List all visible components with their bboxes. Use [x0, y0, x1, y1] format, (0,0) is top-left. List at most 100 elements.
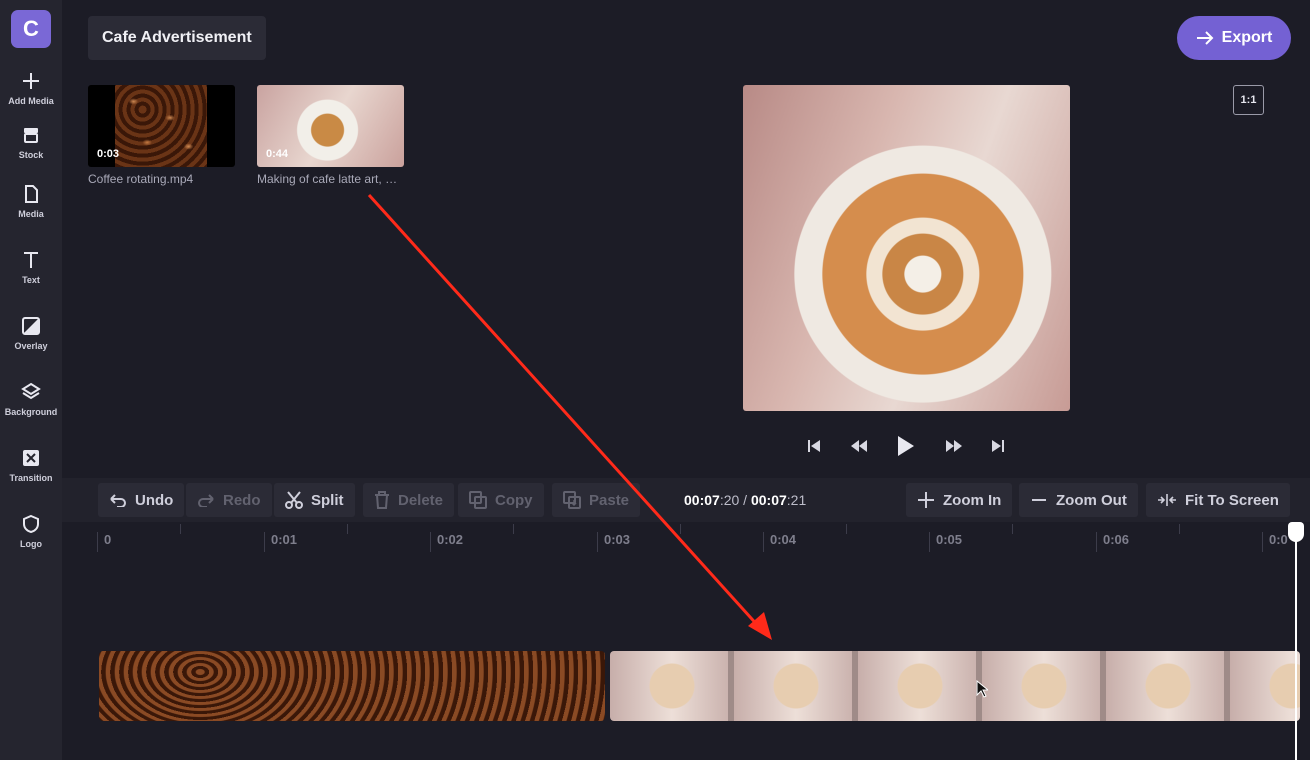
plus-icon	[918, 492, 934, 508]
media-item[interactable]: 0:03 Coffee rotating.mp4	[88, 85, 235, 186]
ruler-tick	[846, 524, 847, 534]
ruler-tick	[180, 524, 181, 534]
fit-arrows-icon	[1158, 494, 1176, 506]
media-item[interactable]: 0:44 Making of cafe latte art, …	[257, 85, 404, 186]
fit-to-screen-button[interactable]: Fit To Screen	[1146, 483, 1290, 517]
media-thumbnail[interactable]: 0:44	[257, 85, 404, 167]
timecode: 00:07:20 / 00:07:21	[684, 492, 806, 508]
sidebar: C Add Media Stock Media Text Overlay Bac…	[0, 0, 62, 760]
current-time: 00:07	[684, 492, 720, 508]
sidebar-item-media[interactable]: Media	[0, 168, 62, 234]
player-controls	[808, 432, 1004, 460]
sidebar-item-label: Overlay	[14, 340, 48, 351]
split-button[interactable]: Split	[274, 483, 355, 517]
minus-icon	[1032, 499, 1046, 501]
undo-button[interactable]: Undo	[98, 483, 185, 517]
split-label: Split	[311, 491, 344, 509]
zoom-in-label: Zoom In	[943, 491, 1002, 509]
ruler-label: 0:0	[1262, 532, 1288, 552]
rewind-icon[interactable]	[850, 439, 868, 453]
sidebar-item-add-media[interactable]: Add Media	[0, 60, 62, 116]
plus-icon	[23, 72, 39, 89]
copy-label: Copy	[495, 491, 533, 509]
timeline-ruler[interactable]: 0 0:01 0:02 0:03 0:04 0:05 0:06 0:0	[62, 522, 1310, 552]
current-time-frames: :20	[719, 492, 740, 508]
undo-label: Undo	[135, 491, 174, 509]
total-time-frames: :21	[786, 492, 807, 508]
timeline-clip-latte-art[interactable]	[610, 651, 1300, 721]
ruler-label: 0:04	[763, 532, 796, 552]
overlay-icon	[22, 316, 40, 335]
redo-button[interactable]: Redo	[186, 483, 272, 517]
video-preview[interactable]	[743, 85, 1070, 411]
ruler-tick	[1179, 524, 1180, 534]
playhead-line[interactable]	[1295, 530, 1297, 760]
scissors-icon	[285, 491, 303, 509]
copy-button[interactable]: Copy	[458, 483, 544, 517]
ruler-tick	[680, 524, 681, 534]
export-button[interactable]: Export	[1177, 16, 1291, 60]
transition-icon	[23, 449, 39, 466]
delete-button[interactable]: Delete	[363, 483, 455, 517]
ruler-label: 0	[97, 532, 111, 552]
ruler-tick	[513, 524, 514, 534]
store-icon	[24, 127, 38, 143]
ruler-label: 0:03	[597, 532, 630, 552]
ruler-label: 0:02	[430, 532, 463, 552]
sidebar-item-label: Logo	[20, 538, 42, 549]
media-duration: 0:03	[97, 148, 120, 160]
timeline-clip-coffee-rotating[interactable]	[99, 651, 605, 721]
sidebar-item-logo[interactable]: Logo	[0, 498, 62, 564]
playhead-handle[interactable]	[1288, 522, 1304, 542]
sidebar-item-overlay[interactable]: Overlay	[0, 300, 62, 366]
trash-icon	[375, 491, 389, 509]
mouse-cursor-icon	[976, 680, 988, 698]
paste-button[interactable]: Paste	[552, 483, 641, 517]
fast-forward-icon[interactable]	[945, 439, 963, 453]
sidebar-item-background[interactable]: Background	[0, 366, 62, 432]
ruler-label: 0:06	[1096, 532, 1129, 552]
ruler-tick	[1012, 524, 1013, 534]
timeline-toolbar: Undo Redo Split Delete Copy Paste 00:07:…	[62, 478, 1310, 522]
export-label: Export	[1221, 29, 1273, 46]
paste-icon	[563, 491, 581, 509]
redo-icon	[198, 494, 214, 507]
sidebar-item-label: Media	[18, 208, 44, 219]
layers-icon	[21, 382, 41, 399]
media-thumbnail[interactable]: 0:03	[88, 85, 235, 167]
time-separator: /	[739, 492, 751, 508]
media-name: Coffee rotating.mp4	[88, 172, 194, 186]
undo-icon	[110, 494, 126, 507]
play-icon[interactable]	[897, 435, 915, 457]
sidebar-item-label: Stock	[18, 149, 44, 160]
shield-icon	[23, 514, 39, 533]
redo-label: Redo	[223, 491, 261, 509]
total-time: 00:07	[750, 492, 787, 508]
delete-label: Delete	[398, 491, 444, 509]
sidebar-item-label: Background	[4, 406, 58, 417]
media-duration: 0:44	[266, 148, 289, 160]
zoom-out-label: Zoom Out	[1056, 491, 1127, 509]
fit-to-screen-label: Fit To Screen	[1185, 491, 1279, 509]
project-title[interactable]: Cafe Advertisement	[88, 16, 266, 60]
ruler-label: 0:05	[929, 532, 962, 552]
arrow-right-icon	[1196, 31, 1214, 45]
skip-forward-icon[interactable]	[992, 439, 1004, 453]
paste-label: Paste	[589, 491, 630, 509]
sidebar-item-label: Add Media	[8, 95, 54, 106]
copy-icon	[469, 491, 487, 509]
file-icon	[25, 184, 38, 203]
sidebar-item-label: Text	[22, 274, 40, 285]
zoom-in-button[interactable]: Zoom In	[906, 483, 1013, 517]
coffee-beans-thumbnail-image	[115, 85, 207, 167]
sidebar-item-label: Transition	[9, 472, 53, 483]
app-logo[interactable]: C	[11, 10, 51, 48]
sidebar-item-transition[interactable]: Transition	[0, 432, 62, 498]
sidebar-item-stock[interactable]: Stock	[0, 116, 62, 168]
skip-back-icon[interactable]	[808, 439, 820, 453]
sidebar-item-text[interactable]: Text	[0, 234, 62, 300]
ruler-label: 0:01	[264, 532, 297, 552]
aspect-ratio-button[interactable]: 1:1	[1233, 85, 1264, 115]
zoom-out-button[interactable]: Zoom Out	[1019, 483, 1138, 517]
ruler-tick	[347, 524, 348, 534]
